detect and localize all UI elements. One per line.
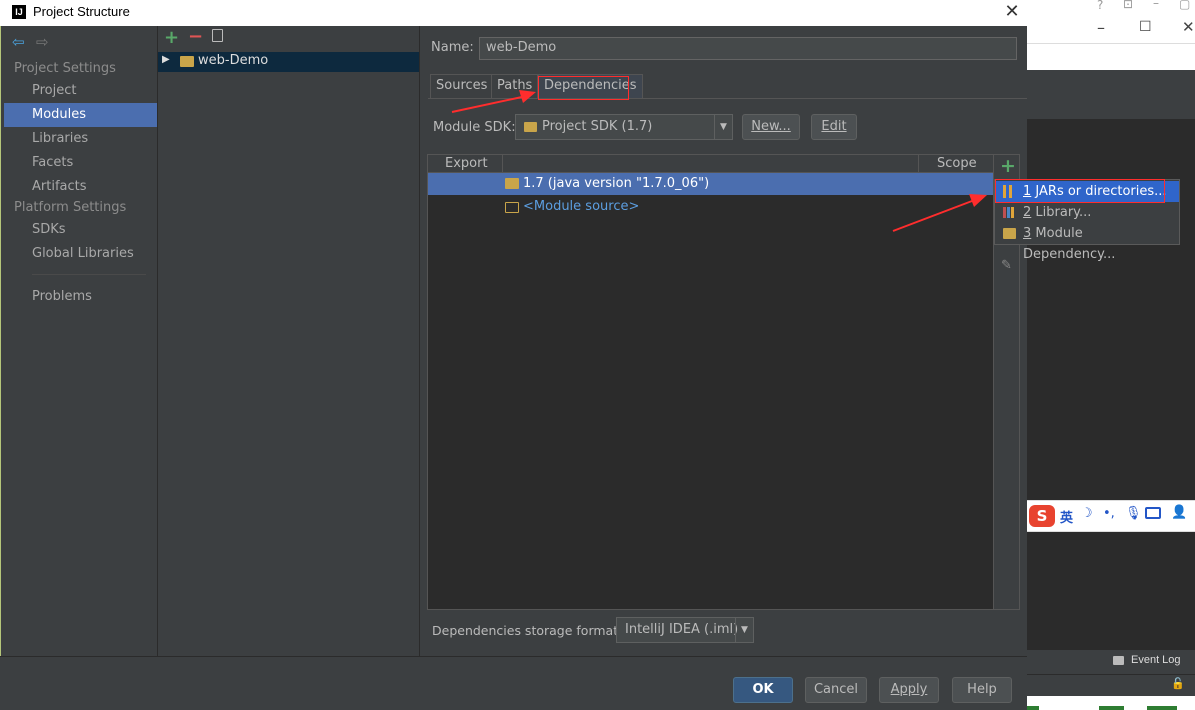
arrow-head-icon bbox=[519, 90, 536, 103]
arrow-to-jars-item bbox=[892, 200, 973, 232]
arrow-to-dependencies-tab bbox=[451, 96, 523, 113]
arrow-head-icon bbox=[969, 194, 987, 207]
annotation-arrows bbox=[451, 90, 987, 232]
